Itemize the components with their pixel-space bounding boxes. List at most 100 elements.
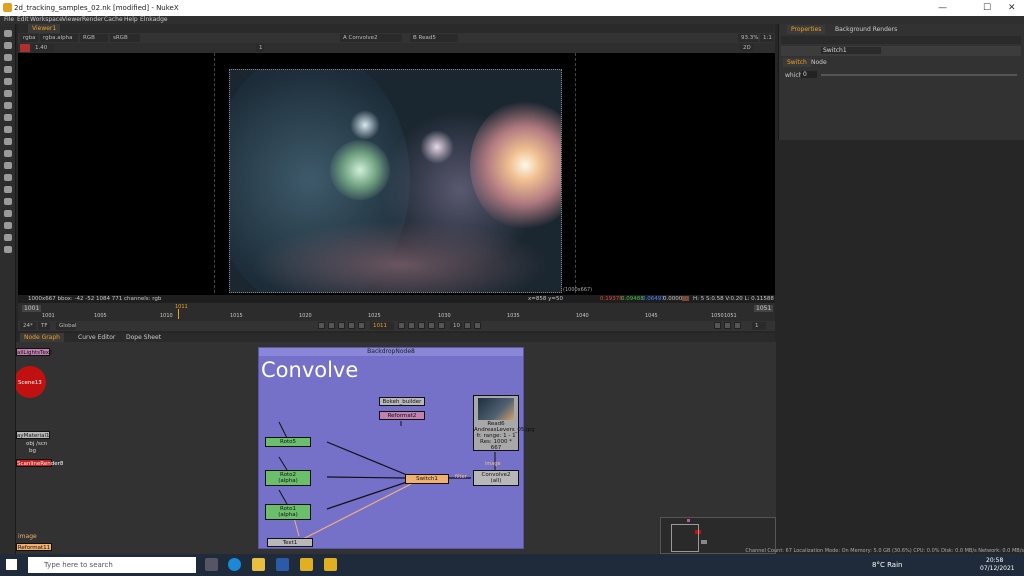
clock-time[interactable]: 20:58 [986, 557, 1003, 564]
keyer-tool-icon[interactable] [4, 102, 12, 109]
node-scanlinerender[interactable]: ScanlineRender8 [16, 459, 63, 467]
play-button[interactable] [408, 322, 415, 329]
step-back-button[interactable] [338, 322, 345, 329]
scope-dropdown[interactable]: Global [56, 322, 77, 330]
which-field[interactable]: 0 [801, 71, 817, 78]
node-roto5[interactable]: Roto5 [265, 437, 311, 447]
playhead[interactable] [178, 309, 179, 319]
views-tool-icon[interactable] [4, 150, 12, 157]
nuke-taskbar-icon[interactable] [300, 558, 313, 571]
node-read6[interactable]: Read6 AndreasLevers_05.jpg fr. range: 1 … [473, 395, 535, 451]
loop-icon[interactable] [714, 322, 721, 329]
viewer-process-dropdown[interactable]: sRGB [110, 34, 140, 42]
first-frame-button[interactable] [318, 322, 325, 329]
tab-viewer1[interactable]: Viewer1 [28, 24, 61, 33]
menu-workspace[interactable]: Workspace [30, 16, 63, 23]
viewer-canvas[interactable]: (1000x667) [18, 53, 775, 295]
lock-icon[interactable] [734, 322, 741, 329]
menu-help[interactable]: Help [124, 16, 138, 23]
fps-field[interactable]: 24* [20, 322, 36, 330]
timeline-end[interactable]: 1051 [754, 305, 774, 312]
metadata-tool-icon[interactable] [4, 162, 12, 169]
airender-tool-icon[interactable] [4, 234, 12, 241]
node-alllightstex[interactable]: allLightsTex2 [16, 348, 52, 356]
node-roto1[interactable]: Roto1 (alpha) [265, 504, 311, 520]
menu-cache[interactable]: Cache [104, 16, 123, 23]
taskbar-search[interactable]: Type here to search [28, 557, 196, 573]
windows-start-icon[interactable] [6, 559, 17, 570]
bounce-icon[interactable] [724, 322, 731, 329]
node-name-field[interactable]: Switch1 [821, 47, 881, 54]
zoom-dropdown[interactable]: 93.3% [738, 34, 758, 42]
prev-keyframe-button[interactable] [328, 322, 335, 329]
menu-edit[interactable]: Edit [17, 16, 29, 23]
node-roto2[interactable]: Roto2 (alpha) [265, 470, 311, 486]
tab-curve-editor[interactable]: Curve Editor [74, 333, 119, 342]
which-slider[interactable] [821, 74, 1017, 76]
node-bokeh-builder[interactable]: Bokeh_builder [379, 397, 425, 406]
prev-frame-button[interactable] [358, 322, 365, 329]
merge-tool-icon[interactable] [4, 114, 12, 121]
channels-dropdown[interactable]: rgba [20, 34, 38, 42]
deep-tool-icon[interactable] [4, 222, 12, 229]
furnace-tool-icon[interactable] [4, 198, 12, 205]
tab-node[interactable]: Node [807, 58, 831, 67]
3d-tool-icon[interactable] [4, 138, 12, 145]
tab-dope-sheet[interactable]: Dope Sheet [122, 333, 165, 342]
play-back-button[interactable] [348, 322, 355, 329]
gamma-field[interactable]: 1 [256, 44, 264, 52]
filter-tool-icon[interactable] [4, 90, 12, 97]
close-button[interactable]: ✕ [1008, 3, 1016, 13]
step-forward-increment-button[interactable] [474, 322, 481, 329]
node-reformat2[interactable]: Reformat2 [379, 411, 425, 420]
tab-node-graph[interactable]: Node Graph [20, 333, 64, 342]
image-tool-icon[interactable] [4, 30, 12, 37]
node-reformat11[interactable]: Reformat11 [16, 543, 52, 551]
color-tool-icon[interactable] [4, 78, 12, 85]
menu-file[interactable]: File [4, 16, 14, 23]
tf-dropdown[interactable]: TF [38, 322, 50, 330]
gain-icon[interactable] [20, 44, 30, 52]
alpha-dropdown[interactable]: rgba.alpha [40, 34, 78, 42]
tab-properties[interactable]: Properties [787, 25, 826, 34]
timeline[interactable]: 1001 1001 1005 1010 1015 1020 1025 1030 … [18, 303, 775, 321]
node-material[interactable]: ayMaterial1 [16, 431, 50, 439]
last-frame-button[interactable] [438, 322, 445, 329]
input-a-dropdown[interactable]: A Convolve2 [340, 34, 402, 42]
ratio-dropdown[interactable]: 1:1 [760, 34, 774, 42]
minimize-button[interactable]: — [938, 3, 947, 13]
channel-tool-icon[interactable] [4, 66, 12, 73]
file-explorer-icon[interactable] [252, 558, 265, 571]
node-switch1[interactable]: Switch1 [405, 474, 449, 484]
node-text1[interactable]: Text1 [267, 538, 313, 547]
other-tool-icon[interactable] [4, 186, 12, 193]
edge-icon[interactable] [228, 558, 241, 571]
node-convolve2[interactable]: Convolve2 (all) [473, 470, 519, 486]
gain-field[interactable]: 1.40 [32, 44, 54, 52]
particles-tool-icon[interactable] [4, 210, 12, 217]
frame-field[interactable]: 1011 [370, 322, 394, 330]
draw-tool-icon[interactable] [4, 42, 12, 49]
menu-render[interactable]: Render [82, 16, 103, 23]
time-tool-icon[interactable] [4, 54, 12, 61]
step-forward-button[interactable] [418, 322, 425, 329]
increment-field[interactable]: 1 [752, 322, 766, 330]
task-view-icon[interactable] [205, 558, 218, 571]
nuke-taskbar-icon-2[interactable] [324, 558, 337, 571]
clock-date[interactable]: 07/12/2021 [980, 565, 1015, 572]
weather-text[interactable]: 8°C Rain [872, 561, 902, 569]
backdrop-node[interactable]: BackdropNode8 Convolve Bokeh_builder Ref… [258, 347, 535, 549]
transform-tool-icon[interactable] [4, 126, 12, 133]
colorspace-dropdown[interactable]: RGB [80, 34, 108, 42]
maximize-button[interactable]: ☐ [983, 3, 991, 13]
view-mode-dropdown[interactable]: 2D [740, 44, 754, 52]
help-tool-icon[interactable] [4, 246, 12, 253]
word-icon[interactable] [276, 558, 289, 571]
next-frame-button[interactable] [398, 322, 405, 329]
tab-background-renders[interactable]: Background Renders [831, 25, 901, 34]
step-field[interactable]: 10 [450, 322, 462, 330]
toolsets-tool-icon[interactable] [4, 174, 12, 181]
next-keyframe-button[interactable] [428, 322, 435, 329]
timeline-start[interactable]: 1001 [22, 305, 42, 312]
input-b-dropdown[interactable]: B Read5 [410, 34, 458, 42]
